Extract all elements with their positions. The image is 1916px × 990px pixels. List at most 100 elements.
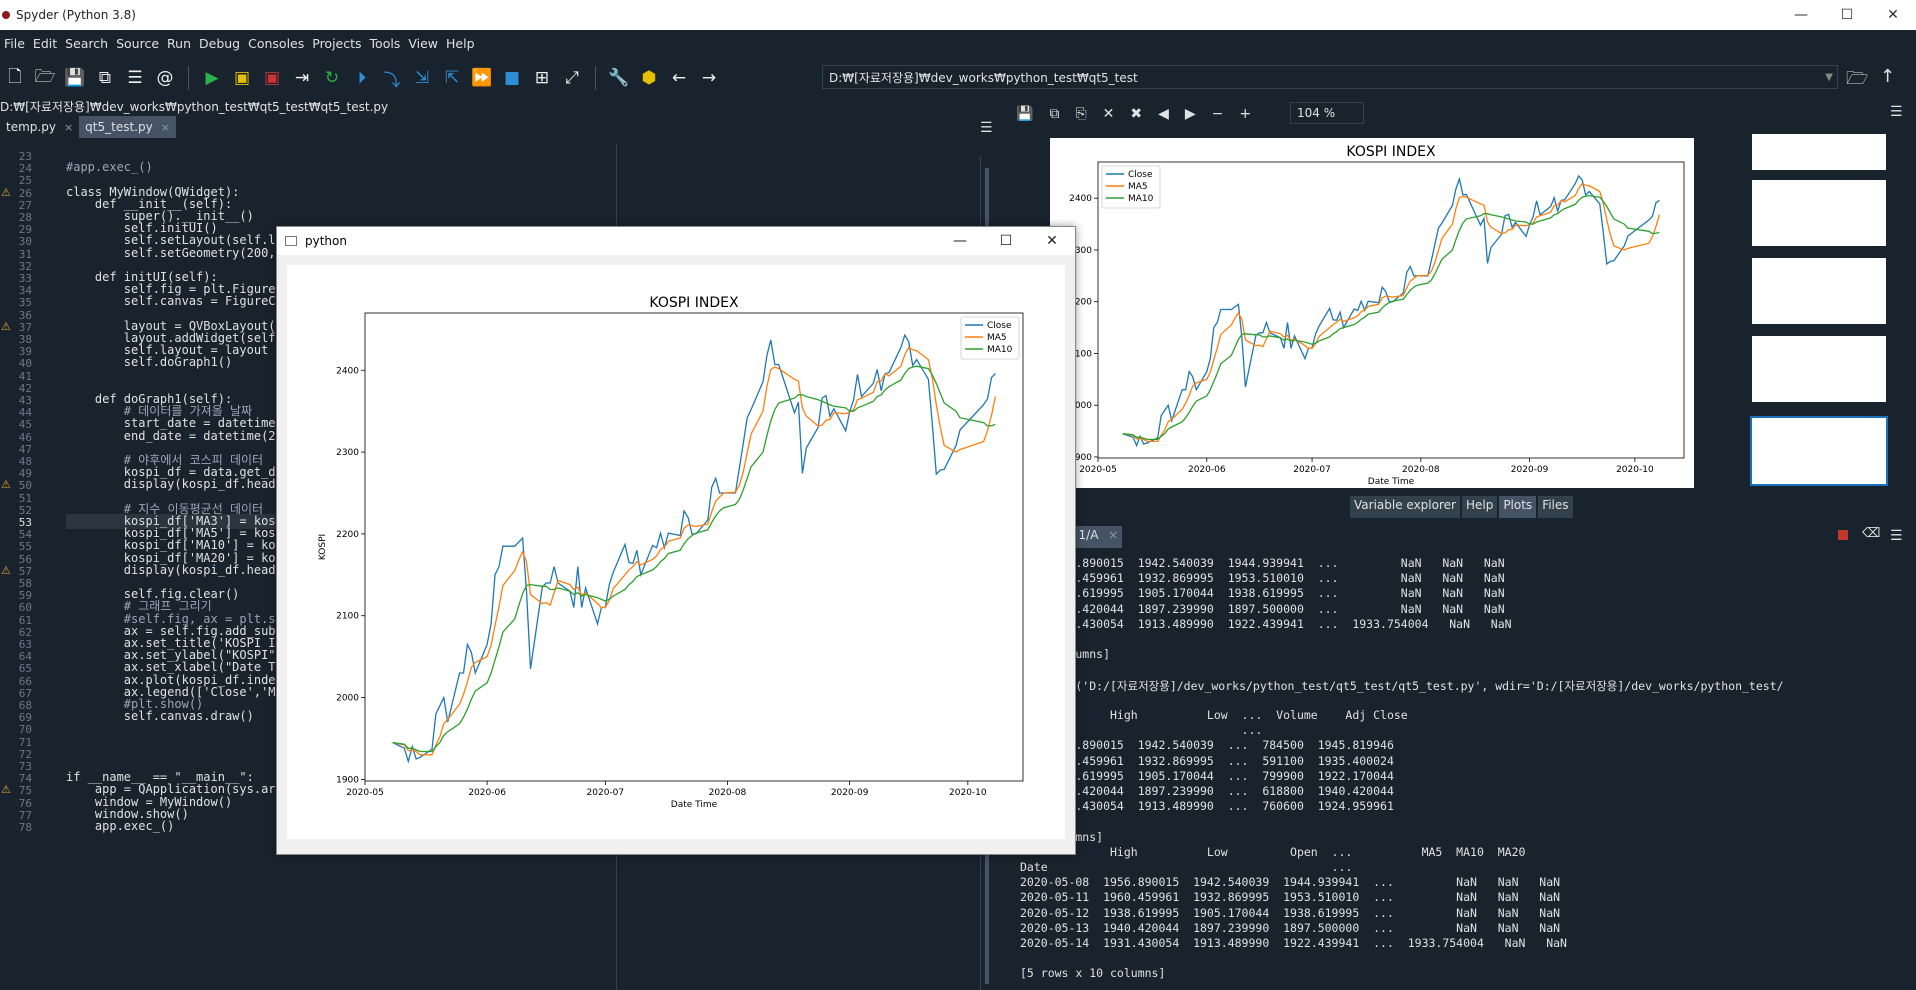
fullscreen-icon[interactable]: ⤢ [559,65,585,91]
line-number: 27 [18,198,32,212]
step-icon[interactable]: ⤵ [379,65,405,91]
popup-minimize-button[interactable]: — [937,227,983,255]
console-line: 12 1938.619995 1905.170044 1938.619995 .… [1020,586,1505,601]
warning-icon[interactable]: ⚠ [1,186,11,199]
browse-folder-icon[interactable]: 🗁 [1846,66,1868,96]
close-icon[interactable]: × [64,121,73,134]
back-arrow-icon[interactable]: ← [666,65,692,91]
menu-help[interactable]: Help [442,36,479,51]
save-plot-icon[interactable]: 💾 [1016,106,1033,122]
save-all-icon[interactable]: ⧉ [92,65,118,91]
menu-debug[interactable]: Debug [195,36,244,51]
menu-file[interactable]: File [0,36,29,51]
chevron-down-icon[interactable]: ▼ [1825,72,1833,83]
maximize-pane-icon[interactable]: ⊞ [529,65,555,91]
warning-icon[interactable]: ⚠ [1,564,11,577]
warning-icon[interactable]: ⚠ [1,478,11,491]
popup-close-button[interactable]: ✕ [1029,227,1075,255]
step-into-icon[interactable]: ⇲ [409,65,435,91]
forward-arrow-icon[interactable]: → [696,65,722,91]
line-number: 70 [18,723,32,737]
tab-files[interactable]: Files [1538,496,1573,518]
plot-thumbnail-1[interactable] [1750,132,1888,172]
remove-all-plots-icon[interactable]: ✖ [1130,106,1142,122]
console-options-menu-icon[interactable]: ☰ [1890,528,1903,544]
copy-plot-icon[interactable]: ⎘ [1075,106,1086,122]
line-number: 48 [18,455,32,468]
close-button[interactable]: ✕ [1870,0,1916,30]
list-icon[interactable]: ☰ [122,65,148,91]
rerun-icon[interactable]: ↻ [319,65,345,91]
menu-tools[interactable]: Tools [366,36,405,51]
python-path-icon[interactable]: ⬢ [636,65,662,91]
tab-help[interactable]: Help [1461,496,1498,518]
continue-icon[interactable]: ⏩ [469,65,495,91]
python-figure-window[interactable]: python — ☐ ✕ KOSPI INDEX 2020-05 2020-06 20… [276,226,1076,855]
minimize-button[interactable]: — [1778,0,1824,30]
run-cell-advance-icon[interactable]: ▣ [259,65,285,91]
zoom-out-icon[interactable]: − [1212,106,1224,122]
y-axis-label: KOSPI [318,534,328,560]
warning-icon[interactable]: ⚠ [1,783,11,796]
save-all-plots-icon[interactable]: ⧉ [1049,106,1059,122]
run-selection-icon[interactable]: ⇥ [289,65,315,91]
stop-icon[interactable]: ■ [499,65,525,91]
next-plot-icon[interactable]: ▶ [1185,106,1196,122]
line-number: 32 [18,259,32,273]
plot-thumbnail-4[interactable] [1750,334,1888,404]
close-icon[interactable]: × [1108,528,1118,542]
run-cell-icon[interactable]: ▣ [229,65,255,91]
line-number: 47 [18,442,32,456]
clear-console-icon[interactable]: ⌫ [1862,526,1880,541]
console-line: 2020-05-14 1931.430054 1913.489990 1922.… [1020,936,1567,950]
remove-plot-icon[interactable]: ✕ [1103,106,1115,122]
line-number: 28 [18,211,32,224]
code-line: display(kospi_df.head( [66,562,283,577]
plot-thumbnail-5[interactable] [1750,416,1888,486]
menu-edit[interactable]: Edit [29,36,61,51]
line-number: 52 [18,503,32,517]
window-title: Spyder (Python 3.8) [16,8,136,22]
close-icon[interactable]: × [161,121,170,134]
line-number: 58 [18,577,32,590]
parent-directory-icon[interactable]: ↑ [1880,66,1895,87]
plots-options-menu-icon[interactable]: ☰ [1890,104,1903,120]
at-icon[interactable]: @ [152,65,178,91]
plot-thumbnail-2[interactable] [1750,178,1888,248]
y-tick-label: 2000 [336,694,359,704]
warning-icon[interactable]: ⚠ [1,320,11,333]
editor-options-menu-icon[interactable]: ☰ [980,120,993,136]
preferences-wrench-icon[interactable]: 🔧 [606,65,632,91]
tab-variable-explorer[interactable]: Variable explorer [1350,496,1460,518]
menu-search[interactable]: Search [61,36,112,51]
menu-projects[interactable]: Projects [308,36,365,51]
stop-kernel-icon[interactable] [1838,530,1848,540]
x-tick-label: 2020-07 [587,788,625,798]
line-number: 34 [18,284,32,298]
debug-icon[interactable]: ⏵ [349,65,375,91]
line-number: 63 [18,638,32,651]
step-return-icon[interactable]: ⇱ [439,65,465,91]
zoom-level-input[interactable]: 104 % [1290,102,1364,124]
line-number: 78 [18,821,32,834]
zoom-in-icon[interactable]: + [1239,106,1251,122]
menu-source[interactable]: Source [112,36,163,51]
previous-plot-icon[interactable]: ◀ [1158,106,1169,122]
menu-consoles[interactable]: Consoles [244,36,308,51]
menu-run[interactable]: Run [163,36,195,51]
save-icon[interactable]: 💾 [62,65,88,91]
open-file-icon[interactable]: 🗁 [32,65,58,91]
console-line: 14 1931.430054 1913.489990 1922.439941 .… [1020,616,1512,631]
working-directory-input[interactable]: D:₩[자료저장용]₩dev_works₩python_test₩qt5_tes… [822,65,1838,89]
line-number: 23 [18,150,32,163]
new-file-icon[interactable]: 🗋 [2,65,28,91]
tab-qt5-test-py[interactable]: qt5_test.py × [79,116,176,138]
maximize-button[interactable]: ☐ [1824,0,1870,30]
console-line: 2020-05-11 1960.459961 1932.869995 1953.… [1020,890,1561,905]
tab-plots[interactable]: Plots [1499,496,1537,518]
run-icon[interactable]: ▶ [199,65,225,91]
tab-temp-py[interactable]: temp.py × [0,116,79,138]
popup-maximize-button[interactable]: ☐ [983,227,1029,255]
menu-view[interactable]: View [404,36,442,51]
plot-thumbnail-3[interactable] [1750,256,1888,326]
